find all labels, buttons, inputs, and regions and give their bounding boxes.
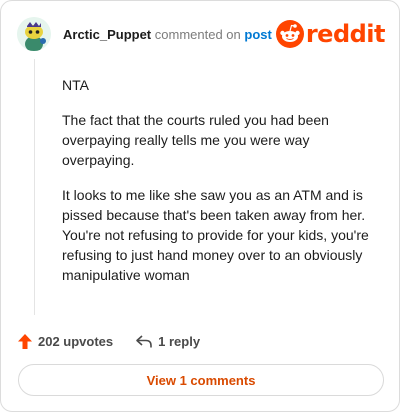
thread-line[interactable] (34, 59, 35, 315)
username-link[interactable]: Arctic_Puppet (63, 27, 151, 42)
comment-header: Arctic_Puppet commented on post reddit (17, 15, 386, 53)
upvote-arrow-icon (18, 333, 32, 349)
view-comments-button[interactable]: View 1 comments (18, 364, 384, 396)
reddit-logo[interactable]: reddit (275, 19, 386, 49)
commented-on-text: commented on (154, 27, 241, 42)
reply-button[interactable]: 1 reply (135, 334, 200, 349)
comment-body: NTA The fact that the courts ruled you h… (62, 75, 382, 300)
reply-count: 1 reply (158, 333, 201, 349)
comment-actions: 202 upvotes 1 reply (17, 331, 200, 351)
snoo-avatar-icon (17, 17, 51, 51)
comment-paragraph: NTA (62, 77, 89, 93)
reply-arrow-icon (136, 334, 152, 347)
post-link[interactable]: post (244, 27, 271, 42)
reddit-wordmark: reddit (305, 20, 386, 48)
reddit-snoo-icon (275, 20, 304, 48)
header-text: Arctic_Puppet commented on post (63, 27, 272, 43)
upvote-count: 202 upvotes (38, 333, 114, 349)
comment-card: Arctic_Puppet commented on post reddit N… (0, 0, 400, 412)
comment-paragraph: It looks to me like she saw you as an AT… (62, 187, 369, 283)
user-avatar[interactable] (17, 17, 51, 51)
upvote-button[interactable]: 202 upvotes (17, 333, 113, 350)
comment-paragraph: The fact that the courts ruled you had b… (62, 112, 329, 168)
